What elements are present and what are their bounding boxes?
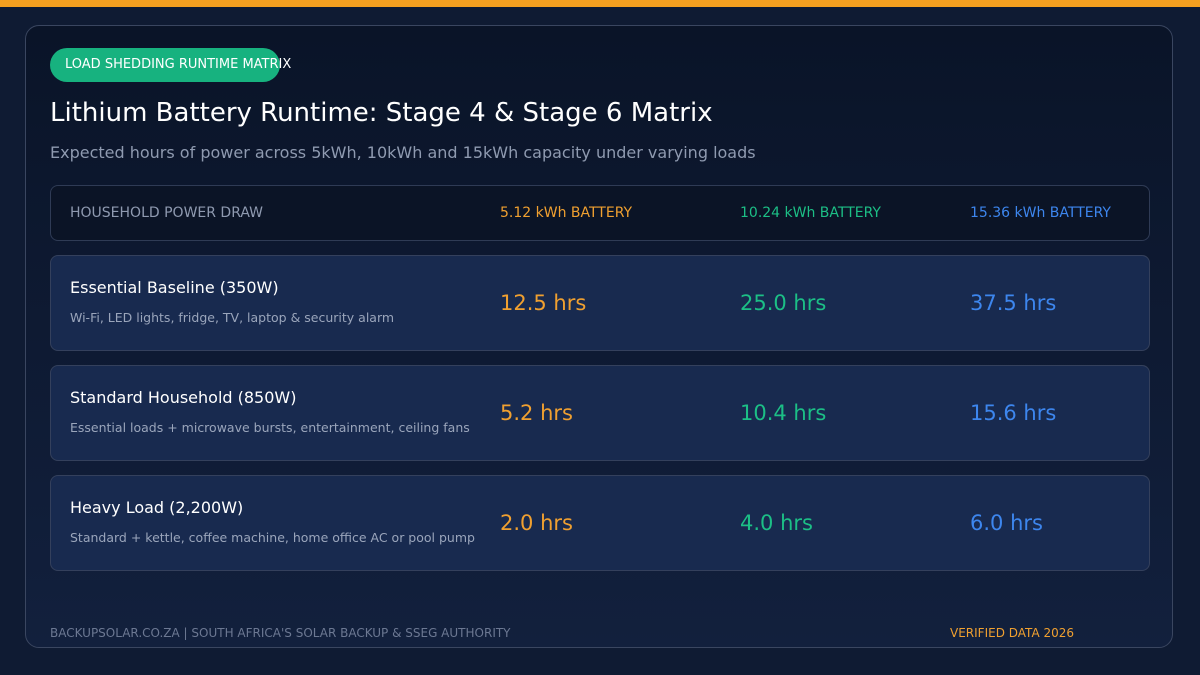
runtime-5kwh: 12.5 hrs <box>500 291 587 315</box>
footer-verified-badge: VERIFIED DATA 2026 <box>950 626 1075 640</box>
runtime-15kwh: 37.5 hrs <box>970 291 1057 315</box>
table-row-standard: Standard Household (850W) Essential load… <box>50 365 1150 461</box>
runtime-10kwh: 4.0 hrs <box>740 511 813 535</box>
category-badge: LOAD SHEDDING RUNTIME MATRIX <box>50 48 291 82</box>
top-accent-bar <box>0 0 1200 7</box>
header-power-draw: HOUSEHOLD POWER DRAW <box>70 205 264 221</box>
runtime-10kwh: 10.4 hrs <box>740 401 827 425</box>
runtime-10kwh: 25.0 hrs <box>740 291 827 315</box>
header-battery-5kwh: 5.12 kWh BATTERY <box>500 205 633 221</box>
row-title: Heavy Load (2,200W) <box>70 498 244 517</box>
header-battery-10kwh: 10.24 kWh BATTERY <box>740 205 881 221</box>
runtime-15kwh: 15.6 hrs <box>970 401 1057 425</box>
footer-source: BACKUPSOLAR.CO.ZA | SOUTH AFRICA'S SOLAR… <box>50 626 511 640</box>
row-title: Essential Baseline (350W) <box>70 278 279 297</box>
table-row-heavy: Heavy Load (2,200W) Standard + kettle, c… <box>50 475 1150 571</box>
runtime-matrix-card: LOAD SHEDDING RUNTIME MATRIX Lithium Bat… <box>25 25 1173 648</box>
page-subtitle: Expected hours of power across 5kWh, 10k… <box>50 143 756 162</box>
runtime-15kwh: 6.0 hrs <box>970 511 1043 535</box>
runtime-5kwh: 2.0 hrs <box>500 511 573 535</box>
row-description: Essential loads + microwave bursts, ente… <box>70 420 470 435</box>
page-title: Lithium Battery Runtime: Stage 4 & Stage… <box>50 98 713 128</box>
table-header-row: HOUSEHOLD POWER DRAW 5.12 kWh BATTERY 10… <box>50 185 1150 241</box>
table-row-essential: Essential Baseline (350W) Wi-Fi, LED lig… <box>50 255 1150 351</box>
row-title: Standard Household (850W) <box>70 388 297 407</box>
runtime-5kwh: 5.2 hrs <box>500 401 573 425</box>
row-description: Wi-Fi, LED lights, fridge, TV, laptop & … <box>70 310 395 325</box>
category-badge-label: LOAD SHEDDING RUNTIME MATRIX <box>65 57 292 72</box>
row-description: Standard + kettle, coffee machine, home … <box>70 530 475 545</box>
header-battery-15kwh: 15.36 kWh BATTERY <box>970 205 1111 221</box>
